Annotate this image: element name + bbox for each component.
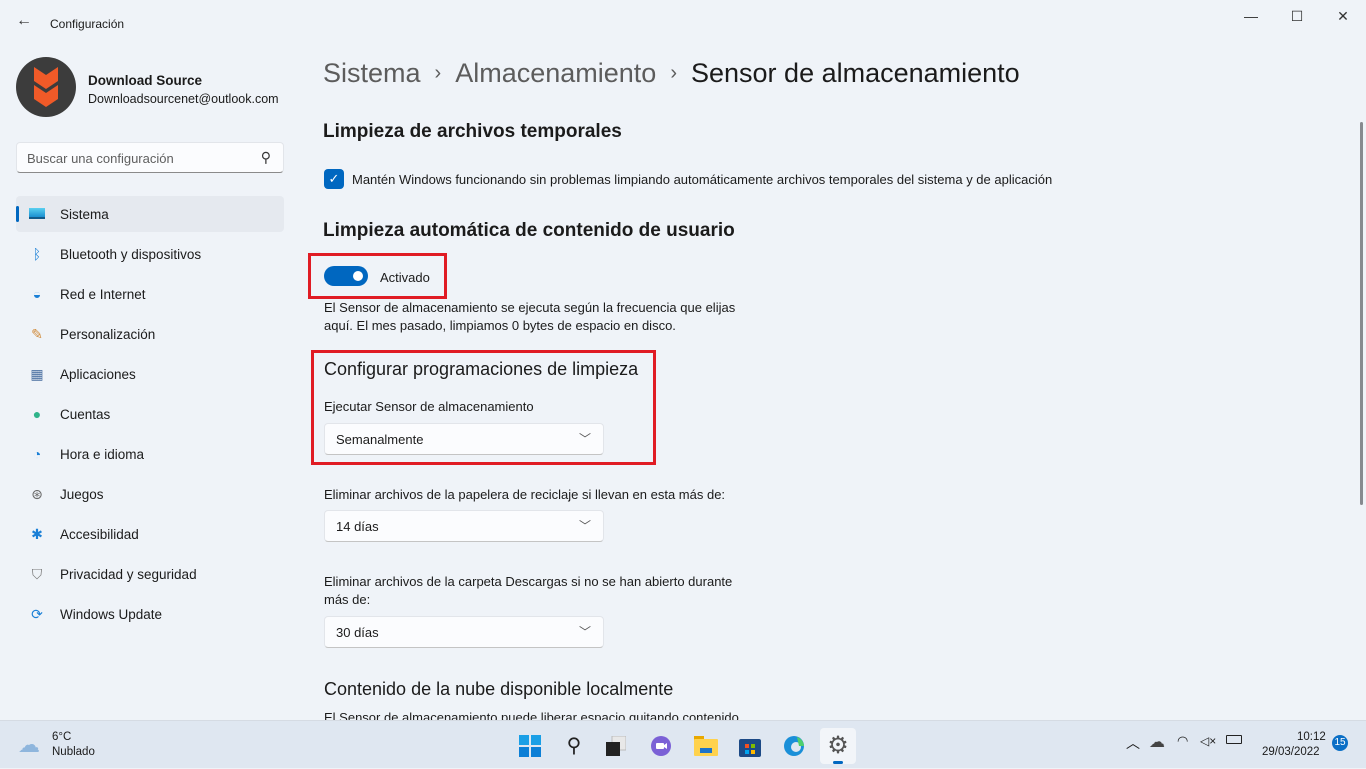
description-line: El Sensor de almacenamiento se ejecuta s… (324, 300, 736, 315)
sidebar-item-label: Privacidad y seguridad (60, 567, 197, 582)
active-indicator (16, 206, 19, 222)
logo-icon (34, 67, 58, 107)
dropdown-value: 30 días (336, 625, 379, 640)
sidebar-item-label: Bluetooth y dispositivos (60, 247, 202, 262)
person-icon: ● (32, 406, 42, 422)
sidebar-item-label: Red e Internet (60, 287, 146, 302)
brush-icon: ✎ (31, 326, 43, 342)
user-name: Download Source (88, 73, 203, 88)
sidebar-item-accesibilidad[interactable]: ✱ Accesibilidad (16, 516, 284, 552)
auto-cleanup-toggle[interactable] (324, 266, 368, 286)
clock-globe-icon: ◔ (32, 446, 42, 462)
temp-checkbox[interactable]: ✓ (324, 169, 344, 189)
bluetooth-icon: ᛒ (32, 246, 42, 262)
breadcrumb: Sistema › Almacenamiento › Sensor de almacen… (323, 58, 1020, 89)
notification-badge[interactable]: 15 (1332, 735, 1348, 751)
dropdown-value: 14 días (336, 519, 379, 534)
sidebar-item-aplicaciones[interactable]: ▦ Aplicaciones (16, 356, 284, 392)
wifi-icon[interactable]: ◠ (1177, 733, 1188, 749)
weather-desc[interactable]: Nublado (52, 746, 95, 758)
monitor-icon (28, 205, 46, 223)
downloads-label: Eliminar archivos de la carpeta Descarga… (324, 574, 733, 589)
shield-icon: ⛉ (31, 566, 43, 582)
sidebar-item-label: Juegos (60, 487, 104, 502)
recycle-label: Eliminar archivos de la papelera de reci… (324, 487, 726, 502)
sidebar-item-juegos[interactable]: ⊛ Juegos (16, 476, 284, 512)
title-bar: ← Configuración — ☐ ✕ (0, 0, 1366, 48)
downloads-dropdown[interactable]: 30 días ﹀ (324, 616, 604, 648)
toggle-label: Activado (380, 270, 430, 285)
edge-icon[interactable] (776, 728, 812, 764)
dropdown-value: Semanalmente (336, 432, 424, 447)
settings-taskbar-icon[interactable]: ⚙ (820, 728, 856, 764)
sidebar-item-label: Accesibilidad (60, 527, 139, 542)
scrollbar[interactable] (1360, 122, 1363, 505)
search-taskbar-icon[interactable]: ⚲ (556, 728, 592, 764)
accessibility-icon: ✱ (31, 526, 43, 542)
sidebar-item-label: Aplicaciones (60, 367, 136, 382)
update-icon: ⟳ (31, 606, 43, 622)
cloud-heading: Contenido de la nube disponible localmen… (324, 679, 674, 699)
task-view-icon[interactable] (598, 728, 634, 764)
schedule-heading: Configurar programaciones de limpieza (324, 359, 639, 379)
temp-checkbox-label: Mantén Windows funcionando sin problemas… (352, 172, 1053, 187)
sidebar-item-personalizaci-n[interactable]: ✎ Personalización (16, 316, 284, 352)
sidebar-item-bluetooth-y-dispositivos[interactable]: ᛒ Bluetooth y dispositivos (16, 236, 284, 272)
avatar[interactable] (16, 57, 76, 117)
minimize-button[interactable]: — (1236, 8, 1266, 28)
onedrive-icon[interactable]: ☁ (1149, 732, 1165, 752)
checkmark-icon: ✓ (328, 171, 340, 186)
breadcrumb-sistema[interactable]: Sistema (323, 58, 421, 88)
sidebar-item-cuentas[interactable]: ● Cuentas (16, 396, 284, 432)
close-button[interactable]: ✕ (1328, 8, 1358, 28)
chat-icon[interactable] (643, 728, 679, 764)
sidebar-item-label: Personalización (60, 327, 156, 342)
chevron-down-icon: ﹀ (578, 625, 591, 639)
breadcrumb-almacenamiento[interactable]: Almacenamiento (455, 58, 656, 88)
sidebar-item-label: Sistema (60, 207, 109, 222)
user-email: Downloadsourcenet@outlook.com (88, 92, 279, 106)
volume-muted-icon[interactable]: ◁× (1200, 734, 1216, 748)
chevron-right-icon: › (670, 62, 677, 84)
back-arrow-icon[interactable]: ← (16, 12, 32, 30)
file-explorer-icon[interactable] (688, 728, 724, 764)
user-heading: Limpieza automática de contenido de usua… (323, 220, 735, 241)
wifi-icon: ◒ (32, 286, 42, 302)
search-input[interactable]: Buscar una configuración ⚲ (16, 142, 284, 173)
sidebar-item-hora-e-idioma[interactable]: ◔ Hora e idioma (16, 436, 284, 472)
cloud-weather-icon[interactable]: ☁ (18, 732, 40, 758)
sidebar-item-red-e-internet[interactable]: ◒ Red e Internet (16, 276, 284, 312)
chevron-up-icon[interactable]: ︿ (1126, 733, 1140, 753)
weather-temp[interactable]: 6°C (52, 731, 71, 743)
run-label: Ejecutar Sensor de almacenamiento (324, 399, 534, 414)
run-frequency-dropdown[interactable]: Semanalmente ﹀ (324, 423, 604, 455)
window-title: Configuración (50, 17, 125, 31)
downloads-label: más de: (324, 592, 371, 607)
chevron-right-icon: › (434, 62, 442, 84)
sidebar-item-sistema[interactable]: Sistema (16, 196, 284, 232)
clock-time[interactable]: 10:12 (1297, 731, 1326, 743)
search-icon: ⚲ (260, 149, 271, 165)
battery-charging-icon[interactable] (1226, 735, 1242, 744)
chevron-down-icon: ﹀ (578, 432, 591, 446)
sidebar-item-label: Windows Update (60, 607, 163, 622)
recycle-bin-dropdown[interactable]: 14 días ﹀ (324, 510, 604, 542)
temp-heading: Limpieza de archivos temporales (323, 121, 622, 142)
sidebar-item-windows-update[interactable]: ⟳ Windows Update (16, 596, 284, 632)
apps-icon: ▦ (30, 366, 44, 382)
sidebar-item-label: Hora e idioma (60, 447, 145, 462)
start-icon[interactable] (512, 728, 548, 764)
sidebar-item-label: Cuentas (60, 407, 111, 422)
chevron-down-icon: ﹀ (578, 519, 591, 533)
description-line: aquí. El mes pasado, limpiamos 0 bytes d… (324, 318, 676, 333)
search-placeholder: Buscar una configuración (27, 151, 174, 166)
store-icon[interactable] (732, 728, 768, 764)
sidebar-item-privacidad-y-seguridad[interactable]: ⛉ Privacidad y seguridad (16, 556, 284, 592)
clock-date[interactable]: 29/03/2022 (1262, 746, 1320, 758)
toggle-knob (353, 271, 363, 281)
gamepad-icon: ⊛ (31, 486, 43, 502)
page-title: Sensor de almacenamiento (691, 58, 1020, 88)
maximize-button[interactable]: ☐ (1282, 8, 1312, 28)
